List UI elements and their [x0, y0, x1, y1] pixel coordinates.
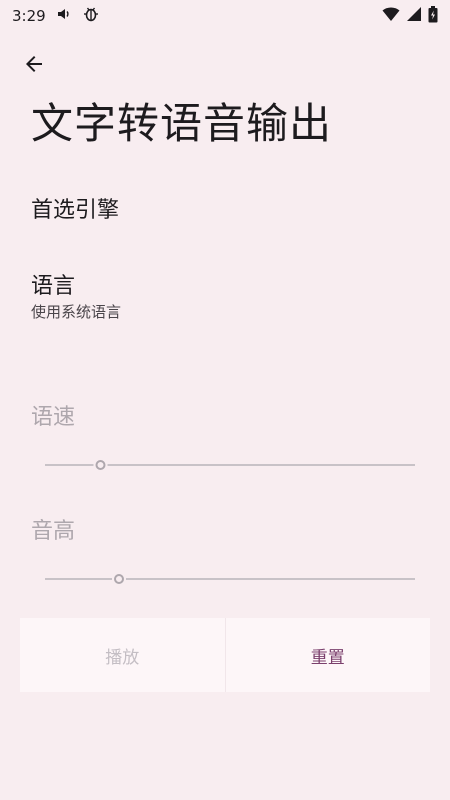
volume-icon	[56, 6, 72, 26]
debug-bug-icon	[82, 5, 100, 27]
action-button-row: 播放 重置	[20, 618, 430, 692]
pitch-label: 音高	[31, 519, 76, 544]
status-bar: 3:29	[0, 0, 450, 32]
preferred-engine-title: 首选引擎	[31, 198, 120, 223]
language-title: 语言	[31, 274, 76, 299]
arrow-left-icon	[22, 52, 46, 80]
speech-rate-slider[interactable]	[45, 456, 415, 474]
cell-signal-icon	[406, 6, 422, 26]
battery-icon	[428, 5, 438, 27]
status-left: 3:29	[12, 5, 100, 27]
status-time: 3:29	[12, 7, 46, 25]
back-button[interactable]	[16, 48, 52, 84]
wifi-icon	[382, 6, 400, 26]
play-button[interactable]: 播放	[20, 618, 226, 692]
status-right	[382, 5, 438, 27]
pitch-thumb	[114, 574, 124, 584]
language-summary: 使用系统语言	[31, 303, 122, 321]
reset-button[interactable]: 重置	[225, 618, 430, 692]
speech-rate-label: 语速	[31, 405, 76, 430]
language-item[interactable]: 语言 使用系统语言	[0, 272, 450, 338]
speech-rate-thumb	[95, 460, 106, 470]
pitch-slider[interactable]	[45, 570, 415, 588]
preferred-engine-item[interactable]: 首选引擎	[0, 196, 450, 244]
page-title: 文字转语音输出	[31, 99, 333, 148]
